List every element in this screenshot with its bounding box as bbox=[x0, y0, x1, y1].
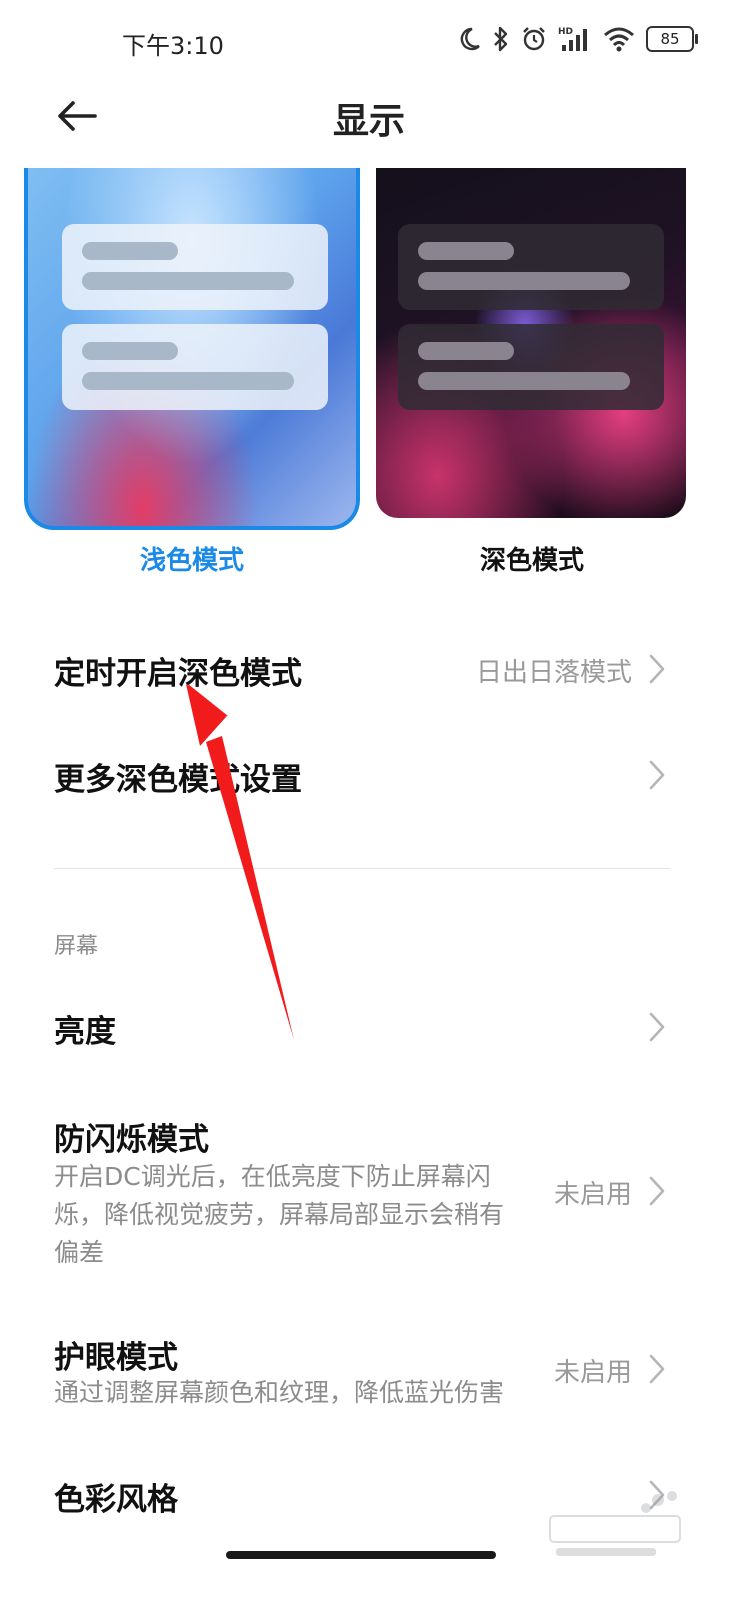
row-value: 未启用 bbox=[553, 1180, 632, 1210]
light-mode-label[interactable]: 浅色模式 bbox=[36, 540, 348, 577]
home-indicator[interactable] bbox=[226, 1551, 496, 1559]
section-header-screen: 屏幕 bbox=[54, 934, 99, 959]
preview-notification-card bbox=[398, 224, 664, 310]
chevron-right-icon bbox=[649, 760, 665, 790]
eye-comfort-row[interactable]: 护眼模式 通过调整屏幕颜色和纹理，降低蓝光伤害 未启用 bbox=[0, 1328, 738, 1418]
row-title: 定时开启深色模式 bbox=[54, 656, 302, 692]
dark-mode-preview-card[interactable] bbox=[376, 168, 686, 518]
bluetooth-icon bbox=[492, 24, 510, 54]
row-title: 色彩风格 bbox=[54, 1482, 178, 1518]
row-subtitle: 开启DC调光后，在低亮度下防止屏幕闪 烁，降低视觉疲劳，屏幕局部显示会稍有 偏差 bbox=[54, 1162, 505, 1267]
chevron-right-icon bbox=[649, 1354, 665, 1384]
chevron-right-icon bbox=[649, 1012, 665, 1042]
scheduled-dark-mode-row[interactable]: 定时开启深色模式 日出日落模式 bbox=[0, 640, 738, 700]
moon-icon bbox=[456, 24, 482, 54]
preview-notification-card bbox=[62, 224, 328, 310]
baidu-jingyan-watermark bbox=[549, 1491, 681, 1556]
light-mode-preview-card[interactable] bbox=[24, 168, 360, 530]
hd-signal-icon: HD bbox=[558, 24, 592, 54]
alarm-icon bbox=[520, 24, 548, 54]
more-dark-mode-settings-row[interactable]: 更多深色模式设置 bbox=[0, 746, 738, 806]
row-title: 防闪烁模式 bbox=[54, 1122, 209, 1158]
status-bar: 下午3:10 HD 85 bbox=[0, 0, 738, 86]
chevron-right-icon bbox=[649, 1176, 665, 1206]
row-subtitle: 通过调整屏幕颜色和纹理，降低蓝光伤害 bbox=[54, 1378, 505, 1407]
status-icons: HD 85 bbox=[456, 24, 698, 54]
row-title: 更多深色模式设置 bbox=[54, 762, 302, 798]
preview-notification-card bbox=[62, 324, 328, 410]
row-value: 日出日落模式 bbox=[475, 658, 632, 688]
row-title: 护眼模式 bbox=[54, 1340, 178, 1376]
page-title: 显示 bbox=[332, 101, 405, 142]
top-app-bar: 显示 bbox=[0, 86, 738, 146]
row-title: 亮度 bbox=[54, 1014, 116, 1050]
preview-notification-card bbox=[398, 324, 664, 410]
section-divider bbox=[54, 868, 670, 869]
battery-icon: 85 bbox=[646, 24, 698, 54]
dark-mode-label[interactable]: 深色模式 bbox=[376, 540, 688, 577]
chevron-right-icon bbox=[649, 654, 665, 684]
wifi-icon bbox=[602, 24, 636, 54]
brightness-row[interactable]: 亮度 bbox=[0, 998, 738, 1058]
row-value: 未启用 bbox=[553, 1358, 632, 1388]
anti-flicker-row[interactable]: 防闪烁模式 开启DC调光后，在低亮度下防止屏幕闪 烁，降低视觉疲劳，屏幕局部显示… bbox=[0, 1110, 738, 1270]
battery-level: 85 bbox=[646, 26, 698, 52]
status-time: 下午3:10 bbox=[122, 32, 224, 60]
svg-text:HD: HD bbox=[558, 27, 573, 37]
